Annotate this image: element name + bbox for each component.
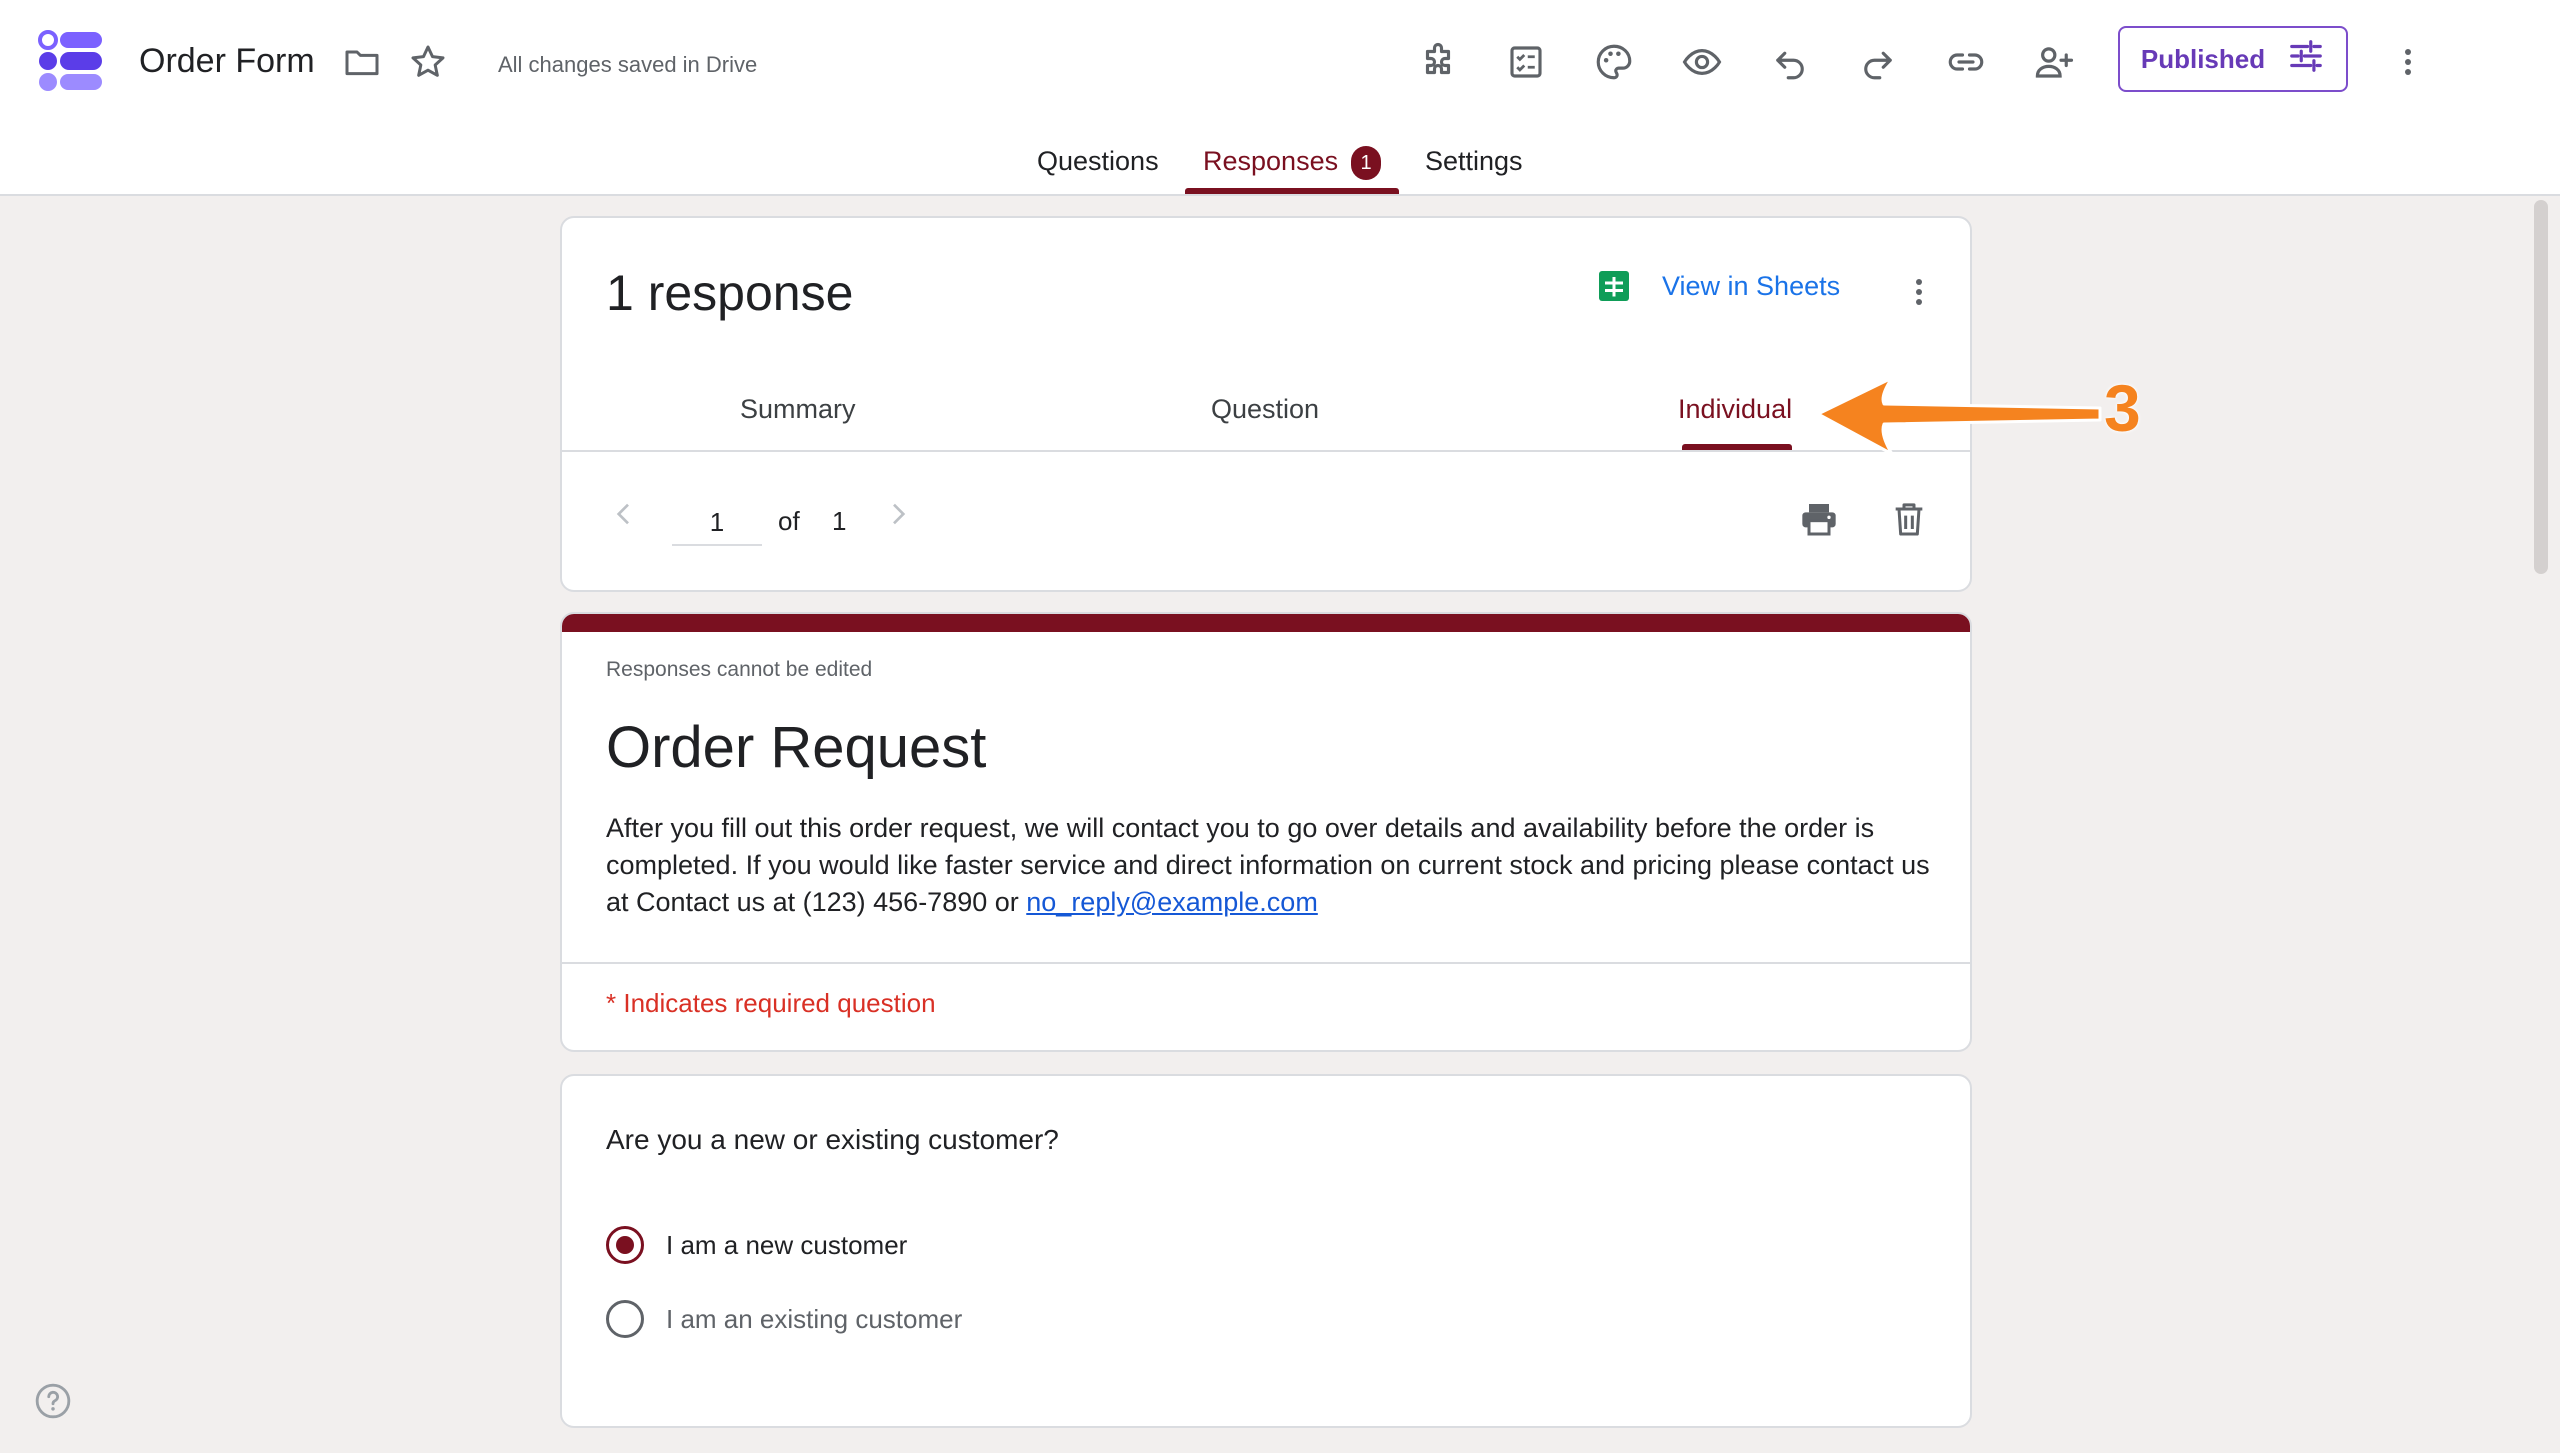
tab-responses[interactable]: Responses [1203,146,1338,177]
quiz-icon[interactable] [1500,36,1552,88]
theme-color-bar [562,614,1970,632]
palette-icon[interactable] [1588,36,1640,88]
page-scrollbar[interactable] [2534,200,2548,574]
subtab-summary[interactable]: Summary [740,394,856,425]
addon-icon[interactable] [1412,36,1464,88]
chevron-left-icon[interactable] [606,496,642,532]
undo-icon[interactable] [1764,36,1816,88]
tune-icon [2287,37,2325,82]
subtab-individual[interactable]: Individual [1678,394,1792,425]
response-count: 1 response [606,265,854,321]
form-header-card: Responses cannot be edited Order Request… [560,612,1972,1052]
active-tab-indicator [1185,188,1399,194]
tab-questions[interactable]: Questions [1037,146,1159,177]
annotation-arrow [1810,372,2110,462]
help-icon[interactable] [32,1380,74,1422]
description-divider [562,962,1970,964]
view-in-sheets-label: View in Sheets [1662,270,1841,301]
responses-more-icon[interactable] [1904,272,1934,312]
view-in-sheets-button[interactable]: View in Sheets [1596,268,1840,304]
form-description: After you fill out this order request, w… [606,810,1936,921]
print-icon[interactable] [1794,494,1844,544]
preview-eye-icon[interactable] [1676,36,1728,88]
subtab-divider [562,450,1970,452]
pager-total: 1 [832,506,847,536]
add-collaborator-icon[interactable] [2028,36,2080,88]
email-link[interactable]: no_reply@example.com [1026,887,1318,917]
link-icon[interactable] [1940,36,1992,88]
option-label: I am an existing customer [666,1303,963,1334]
sheets-icon [1596,268,1632,304]
question-card: Are you a new or existing customer? I am… [560,1074,1972,1428]
star-icon[interactable] [406,40,450,84]
radio-unselected-icon[interactable] [606,1300,644,1338]
published-label: Published [2140,43,2266,74]
form-title: Order Request [606,715,987,780]
option-existing-customer[interactable]: I am an existing customer [606,1300,962,1338]
more-options-icon[interactable] [2386,36,2430,88]
pager-of-label: of [778,506,800,536]
forms-logo-icon[interactable] [38,30,104,92]
annotation-step-number: 3 [2104,371,2141,445]
response-page-input[interactable] [672,500,762,546]
required-note: * Indicates required question [606,988,936,1018]
redo-icon[interactable] [1852,36,1904,88]
responses-header-card: 1 response View in Sheets Summary Questi… [560,216,1972,592]
chevron-right-icon[interactable] [880,496,916,532]
option-label: I am a new customer [666,1229,908,1260]
subtab-question[interactable]: Question [1211,394,1319,425]
responses-count-badge: 1 [1351,146,1381,180]
trash-icon[interactable] [1884,494,1934,544]
folder-icon[interactable] [340,40,384,84]
tab-settings[interactable]: Settings [1425,146,1523,177]
published-button[interactable]: Published [2118,26,2348,92]
save-status: All changes saved in Drive [498,52,758,77]
radio-selected-icon[interactable] [606,1226,644,1264]
edit-notice: Responses cannot be edited [606,658,873,681]
top-header: Order Form All changes saved in Drive Pu… [0,0,2560,196]
option-new-customer[interactable]: I am a new customer [606,1226,907,1264]
question-title: Are you a new or existing customer? [606,1124,1059,1155]
document-title[interactable]: Order Form [139,42,315,81]
